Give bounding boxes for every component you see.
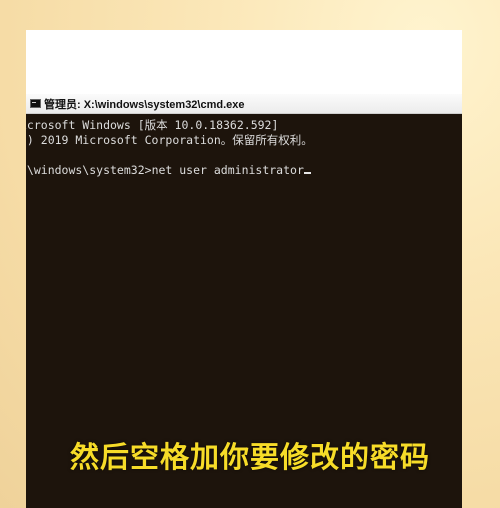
- title-bar[interactable]: 管理员: X:\windows\system32\cmd.exe: [26, 94, 462, 114]
- version-line: icrosoft Windows [版本 10.0.18362.592]: [26, 118, 279, 132]
- subtitle-caption: 然后空格加你要修改的密码: [69, 442, 430, 474]
- typed-command: net user administrator: [151, 163, 304, 177]
- copyright-line: c) 2019 Microsoft Corporation。保留所有权利。: [26, 133, 313, 147]
- text-cursor: [303, 172, 311, 174]
- window-title: 管理员: X:\windows\system32\cmd.exe: [44, 98, 245, 111]
- command-line[interactable]: :\windows\system32>net user administrato…: [26, 163, 462, 178]
- cmd-icon: [30, 99, 41, 108]
- prompt: :\windows\system32>: [26, 163, 152, 177]
- console-output[interactable]: icrosoft Windows [版本 10.0.18362.592] c) …: [26, 118, 462, 178]
